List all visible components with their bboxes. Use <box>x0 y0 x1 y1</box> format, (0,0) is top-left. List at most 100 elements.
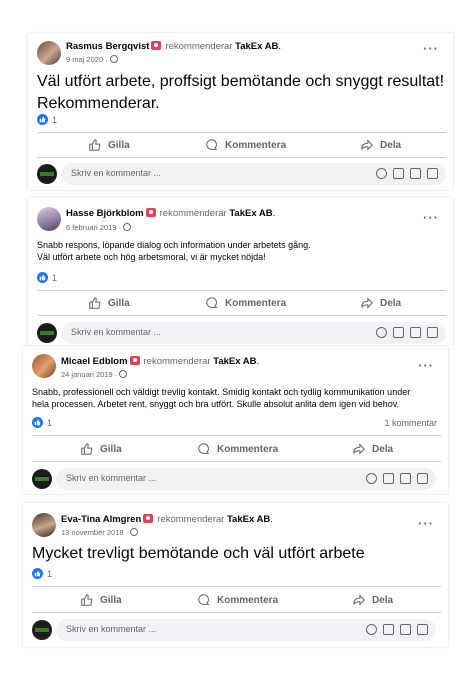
like-button[interactable]: Gilla <box>88 138 130 152</box>
author-avatar[interactable] <box>37 207 61 231</box>
camera-icon[interactable] <box>393 168 404 179</box>
emoji-icon[interactable] <box>376 168 387 179</box>
share-arrow-icon <box>353 443 365 455</box>
comment-placeholder: Skriv en kommentar ... <box>71 168 162 178</box>
author-avatar[interactable] <box>37 41 61 65</box>
like-count[interactable]: 1 <box>47 569 52 579</box>
company-name[interactable]: TakEx AB <box>229 208 272 219</box>
like-button[interactable]: Gilla <box>88 296 130 310</box>
company-name[interactable]: TakEx AB <box>213 356 256 367</box>
gif-icon[interactable] <box>410 327 421 338</box>
author-avatar[interactable] <box>32 513 56 537</box>
more-options-icon[interactable]: ··· <box>418 358 434 373</box>
recommend-badge-icon <box>129 356 140 365</box>
gif-icon[interactable] <box>400 624 411 635</box>
share-button[interactable]: Dela <box>352 593 393 607</box>
comment-input[interactable]: Skriv en kommentar ... <box>61 322 446 344</box>
recommend-badge-icon <box>145 208 156 217</box>
like-label: Gilla <box>100 594 122 606</box>
comment-count[interactable]: 1 kommentar <box>384 418 437 428</box>
author-name[interactable]: Rasmus Bergqvist <box>66 41 149 52</box>
like-count[interactable]: 1 <box>47 418 52 428</box>
emoji-icon[interactable] <box>376 327 387 338</box>
company-name[interactable]: TakEx AB <box>235 41 278 52</box>
sticker-icon[interactable] <box>417 624 428 635</box>
author-name[interactable]: Hasse Björkblom <box>66 208 144 219</box>
company-name[interactable]: TakEx AB <box>227 514 270 525</box>
author-line: Hasse Björkblom rekommenderar TakEx AB. <box>66 208 276 219</box>
post-date[interactable]: 13 november 2018 · <box>61 528 139 537</box>
like-button[interactable]: Gilla <box>80 593 122 607</box>
more-options-icon[interactable]: ··· <box>418 516 434 531</box>
review-text: Snabb respons, löpande dialog och inform… <box>37 240 311 263</box>
camera-icon[interactable] <box>383 624 394 635</box>
post-date[interactable]: 6 februari 2019 · <box>66 223 132 232</box>
divider <box>32 435 441 436</box>
recommend-badge-icon <box>151 41 162 50</box>
comment-bubble-icon <box>198 594 210 605</box>
like-label: Gilla <box>108 297 130 309</box>
commenter-avatar[interactable] <box>32 620 52 640</box>
recommend-badge-icon <box>143 514 154 523</box>
comment-bubble-icon <box>198 443 210 454</box>
commenter-avatar[interactable] <box>32 469 52 489</box>
comment-button[interactable]: Kommentera <box>205 296 286 310</box>
more-options-icon[interactable]: ··· <box>423 210 439 225</box>
comment-label: Kommentera <box>217 443 279 455</box>
post-date[interactable]: 9 maj 2020 · <box>66 55 118 64</box>
review-card-3: Micael Edblom rekommenderar TakEx AB. 24 … <box>23 346 448 494</box>
sticker-icon[interactable] <box>427 168 438 179</box>
sticker-icon[interactable] <box>427 327 438 338</box>
like-reaction-icon[interactable] <box>32 417 43 428</box>
comment-input[interactable]: Skriv en kommentar ... <box>56 468 436 490</box>
like-reaction-icon[interactable] <box>32 568 43 579</box>
camera-icon[interactable] <box>393 327 404 338</box>
emoji-icon[interactable] <box>366 624 377 635</box>
post-date[interactable]: 24 januari 2019 · <box>61 370 128 379</box>
like-reaction-icon[interactable] <box>37 272 48 283</box>
like-count[interactable]: 1 <box>52 273 57 283</box>
globe-icon <box>109 55 118 63</box>
recommend-verb: rekommenderar <box>143 356 211 367</box>
recommend-verb: rekommenderar <box>165 41 233 52</box>
comment-placeholder: Skriv en kommentar ... <box>66 624 157 634</box>
like-button[interactable]: Gilla <box>80 442 122 456</box>
comment-input[interactable]: Skriv en kommentar ... <box>61 163 446 185</box>
divider <box>32 461 441 462</box>
comment-button[interactable]: Kommentera <box>197 593 278 607</box>
recommend-verb: rekommenderar <box>157 514 225 525</box>
divider <box>32 586 441 587</box>
comment-button[interactable]: Kommentera <box>197 442 278 456</box>
commenter-avatar[interactable] <box>37 323 57 343</box>
like-label: Gilla <box>100 443 122 455</box>
thumbs-up-icon <box>81 594 93 606</box>
emoji-icon[interactable] <box>366 473 377 484</box>
divider <box>37 290 446 291</box>
share-button[interactable]: Dela <box>352 442 393 456</box>
globe-icon <box>123 223 132 231</box>
comment-button[interactable]: Kommentera <box>205 138 286 152</box>
comment-label: Kommentera <box>225 139 287 151</box>
share-button[interactable]: Dela <box>360 296 401 310</box>
comment-bubble-icon <box>206 139 218 150</box>
share-label: Dela <box>372 594 394 606</box>
camera-icon[interactable] <box>383 473 394 484</box>
share-arrow-icon <box>361 297 373 309</box>
review-card-4: Eva-Tina Almgren rekommenderar TakEx AB. … <box>23 503 448 647</box>
gif-icon[interactable] <box>410 168 421 179</box>
author-name[interactable]: Micael Edblom <box>61 356 128 367</box>
author-avatar[interactable] <box>32 354 56 378</box>
commenter-avatar[interactable] <box>37 164 57 184</box>
share-label: Dela <box>372 443 394 455</box>
gif-icon[interactable] <box>400 473 411 484</box>
more-options-icon[interactable]: ··· <box>423 41 439 56</box>
share-button[interactable]: Dela <box>360 138 401 152</box>
sticker-icon[interactable] <box>417 473 428 484</box>
globe-icon <box>119 370 128 378</box>
review-text: Väl utfört arbete, proffsigt bemötande o… <box>37 73 445 112</box>
comment-input[interactable]: Skriv en kommentar ... <box>56 619 436 641</box>
review-text: Mycket trevligt bemötande och väl utfört… <box>32 545 365 562</box>
author-name[interactable]: Eva-Tina Almgren <box>61 514 141 525</box>
like-reaction-icon[interactable] <box>37 114 48 125</box>
like-count[interactable]: 1 <box>52 115 57 125</box>
